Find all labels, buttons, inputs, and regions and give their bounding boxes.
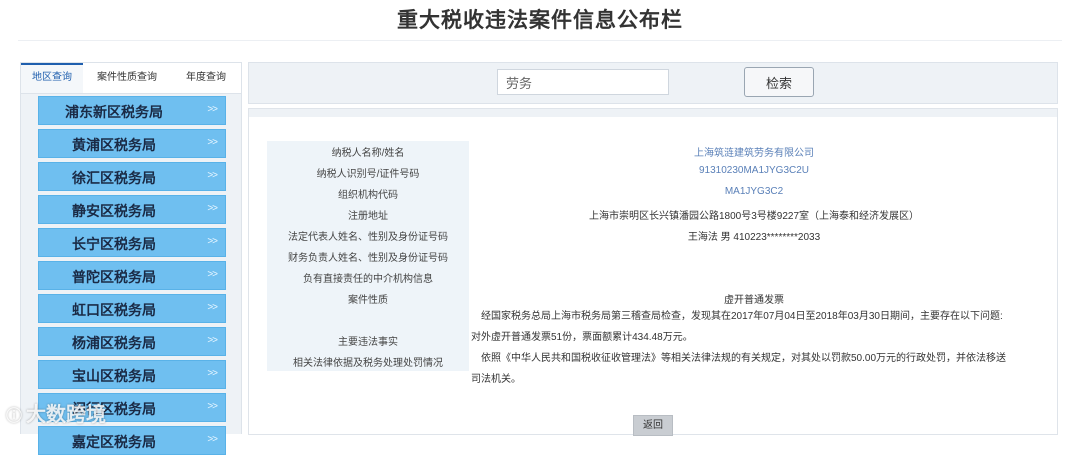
sidebar-item-label: 黄浦区税务局 <box>72 137 156 153</box>
tab-case-nature-query[interactable]: 案件性质查询 <box>83 63 171 93</box>
value-taxpayer-name: 上海筑涟建筑劳务有限公司 <box>694 148 814 159</box>
sidebar-item-yangpu[interactable]: 杨浦区税务局 >> <box>38 327 226 356</box>
double-chevron-right-icon: >> <box>207 335 218 346</box>
sidebar-item-xuhui[interactable]: 徐汇区税务局 >> <box>38 162 226 191</box>
value-address: 上海市崇明区长兴镇潘园公路1800号3号楼9227室（上海泰和经济发展区） <box>588 211 920 222</box>
label-taxpayer-id: 纳税人识别号/证件号码 <box>316 169 420 180</box>
label-main-facts: 主要违法事实 <box>338 337 398 348</box>
sidebar-item-label: 普陀区税务局 <box>72 269 156 285</box>
sidebar-item-label: 浦东新区税务局 <box>65 104 163 120</box>
title-divider <box>18 40 1062 41</box>
query-tabs: 地区查询 案件性质查询 年度查询 <box>21 63 241 94</box>
value-case-nature: 虚开普通发票 <box>724 295 784 306</box>
label-taxpayer-name: 纳税人名称/姓名 <box>331 148 405 159</box>
label-org-code: 组织机构代码 <box>338 190 398 201</box>
tab-region-query[interactable]: 地区查询 <box>21 63 83 93</box>
double-chevron-right-icon: >> <box>207 368 218 379</box>
sidebar-item-jingan[interactable]: 静安区税务局 >> <box>38 195 226 224</box>
sidebar-item-label: 长宁区税务局 <box>72 236 156 252</box>
label-agency: 负有直接责任的中介机构信息 <box>303 274 433 285</box>
label-finance-head: 财务负责人姓名、性别及身份证号码 <box>288 253 448 264</box>
double-chevron-right-icon: >> <box>207 302 218 313</box>
value-main-facts-line2: 对外虚开普通发票51份，票面额累计434.48万元。 <box>471 332 693 343</box>
sidebar-item-putuo[interactable]: 普陀区税务局 >> <box>38 261 226 290</box>
value-legal-rep: 王海法 男 410223********2033 <box>687 232 821 243</box>
case-detail-panel: 纳税人名称/姓名 上海筑涟建筑劳务有限公司 纳税人识别号/证件号码 913102… <box>248 108 1058 436</box>
double-chevron-right-icon: >> <box>207 401 218 412</box>
search-bar: 检索 <box>248 62 1058 104</box>
value-penalty-line1: 依照《中华人民共和国税收征收管理法》等相关法律法规的有关规定，对其处以罚款50.… <box>481 353 1007 364</box>
label-legal-rep: 法定代表人姓名、性别及身份证号码 <box>288 232 448 243</box>
search-input[interactable] <box>497 69 669 95</box>
sidebar-item-label: 嘉定区税务局 <box>72 434 156 450</box>
double-chevron-right-icon: >> <box>207 170 218 181</box>
sidebar-item-label: 徐汇区税务局 <box>72 170 156 186</box>
value-taxpayer-id: 91310230MA1JYG3C2U <box>698 165 810 176</box>
value-main-facts-line1: 经国家税务总局上海市税务局第三稽查局检查，发现其在2017年07月04日至201… <box>481 311 1003 322</box>
watermark-logo-icon: ⓘ <box>6 408 23 425</box>
value-penalty-line2: 司法机关。 <box>471 374 521 385</box>
watermark: ⓘ 大数跨境 <box>6 398 106 427</box>
sidebar-item-jiading[interactable]: 嘉定区税务局 >> <box>38 426 226 455</box>
label-penalty: 相关法律依据及税务处理处罚情况 <box>293 358 443 369</box>
double-chevron-right-icon: >> <box>207 203 218 214</box>
value-org-code: MA1JYG3C2 <box>724 186 784 197</box>
sidebar-item-label: 宝山区税务局 <box>72 368 156 384</box>
tab-year-query[interactable]: 年度查询 <box>171 63 241 93</box>
region-sidebar: 地区查询 案件性质查询 年度查询 浦东新区税务局 >> 黄浦区税务局 >> 徐汇区税… <box>20 62 242 455</box>
sidebar-item-huangpu[interactable]: 黄浦区税务局 >> <box>38 129 226 158</box>
double-chevron-right-icon: >> <box>207 434 218 445</box>
sidebar-item-changning[interactable]: 长宁区税务局 >> <box>38 228 226 257</box>
sidebar-item-label: 虹口区税务局 <box>72 302 156 318</box>
label-address: 注册地址 <box>348 211 388 222</box>
page-title: 重大税收违法案件信息公布栏 <box>397 9 683 32</box>
sidebar-item-label: 杨浦区税务局 <box>72 335 156 351</box>
panel-header-strip <box>249 109 1057 117</box>
double-chevron-right-icon: >> <box>207 269 218 280</box>
sidebar-item-baoshan[interactable]: 宝山区税务局 >> <box>38 360 226 389</box>
sidebar-item-label: 静安区税务局 <box>72 203 156 219</box>
double-chevron-right-icon: >> <box>207 236 218 247</box>
watermark-text: 大数跨境 <box>26 404 107 426</box>
sidebar-item-pudong[interactable]: 浦东新区税务局 >> <box>38 96 226 125</box>
search-button[interactable]: 检索 <box>744 67 814 97</box>
double-chevron-right-icon: >> <box>207 104 218 115</box>
double-chevron-right-icon: >> <box>207 137 218 148</box>
label-case-nature: 案件性质 <box>348 295 388 306</box>
sidebar-item-hongkou[interactable]: 虹口区税务局 >> <box>38 294 226 323</box>
